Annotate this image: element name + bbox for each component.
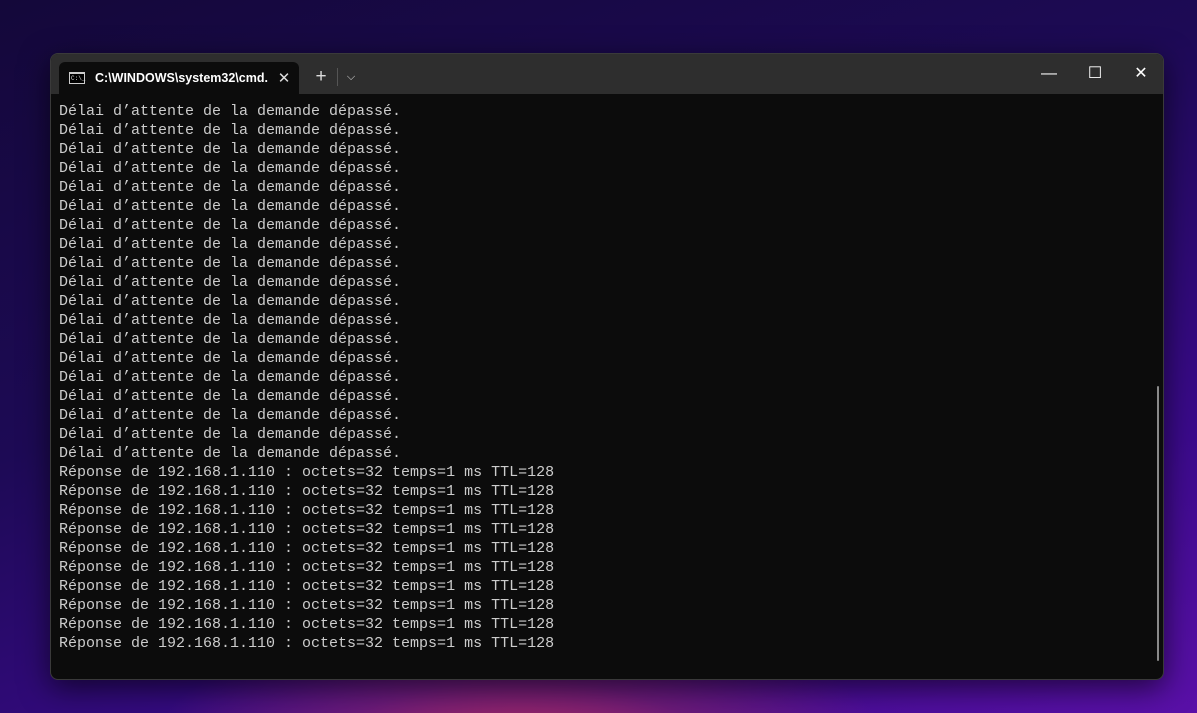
terminal-window: C:\_ C:\WINDOWS\system32\cmd. ✕ + ⌵ — ☐ … [50, 53, 1164, 680]
new-tab-button[interactable]: + [309, 64, 333, 90]
output-line: Délai d’attente de la demande dépassé. [59, 331, 402, 348]
output-line: Délai d’attente de la demande dépassé. [59, 312, 402, 329]
output-line: Réponse de 192.168.1.110 : octets=32 tem… [59, 521, 555, 538]
divider [337, 68, 338, 86]
output-line: Délai d’attente de la demande dépassé. [59, 103, 402, 120]
output-line: Délai d’attente de la demande dépassé. [59, 426, 402, 443]
output-line: Délai d’attente de la demande dépassé. [59, 236, 402, 253]
tab-close-icon[interactable]: ✕ [269, 69, 299, 87]
output-line: Délai d’attente de la demande dépassé. [59, 141, 402, 158]
output-line: Réponse de 192.168.1.110 : octets=32 tem… [59, 578, 555, 595]
close-button[interactable]: ✕ [1118, 54, 1163, 94]
output-line: Délai d’attente de la demande dépassé. [59, 274, 402, 291]
output-line: Délai d’attente de la demande dépassé. [59, 445, 402, 462]
output-line: Délai d’attente de la demande dépassé. [59, 369, 402, 386]
output-line: Délai d’attente de la demande dépassé. [59, 217, 402, 234]
output-line: Réponse de 192.168.1.110 : octets=32 tem… [59, 597, 555, 614]
output-line: Délai d’attente de la demande dépassé. [59, 198, 402, 215]
tab-cmd[interactable]: C:\_ C:\WINDOWS\system32\cmd. ✕ [59, 62, 299, 94]
output-line: Délai d’attente de la demande dépassé. [59, 122, 402, 139]
output-line: Réponse de 192.168.1.110 : octets=32 tem… [59, 616, 555, 633]
output-line: Délai d’attente de la demande dépassé. [59, 350, 402, 367]
output-line: Réponse de 192.168.1.110 : octets=32 tem… [59, 635, 555, 652]
tab-title: C:\WINDOWS\system32\cmd. [95, 71, 268, 85]
terminal-output[interactable]: Délai d’attente de la demande dépassé. Dé… [59, 102, 554, 653]
cmd-icon: C:\_ [69, 72, 85, 84]
output-line: Délai d’attente de la demande dépassé. [59, 160, 402, 177]
title-bar: C:\_ C:\WINDOWS\system32\cmd. ✕ + ⌵ — ☐ … [51, 54, 1163, 94]
output-line: Réponse de 192.168.1.110 : octets=32 tem… [59, 502, 555, 519]
output-line: Délai d’attente de la demande dépassé. [59, 293, 402, 310]
output-line: Délai d’attente de la demande dépassé. [59, 255, 402, 272]
chevron-down-icon[interactable]: ⌵ [341, 64, 361, 90]
output-line: Délai d’attente de la demande dépassé. [59, 407, 402, 424]
minimize-button[interactable]: — [1026, 54, 1072, 94]
output-line: Réponse de 192.168.1.110 : octets=32 tem… [59, 483, 555, 500]
output-line: Réponse de 192.168.1.110 : octets=32 tem… [59, 559, 555, 576]
output-line: Délai d’attente de la demande dépassé. [59, 179, 402, 196]
output-line: Réponse de 192.168.1.110 : octets=32 tem… [59, 464, 555, 481]
scrollbar[interactable] [1157, 386, 1159, 661]
output-line: Délai d’attente de la demande dépassé. [59, 388, 402, 405]
output-line: Réponse de 192.168.1.110 : octets=32 tem… [59, 540, 555, 557]
maximize-button[interactable]: ☐ [1072, 54, 1118, 94]
